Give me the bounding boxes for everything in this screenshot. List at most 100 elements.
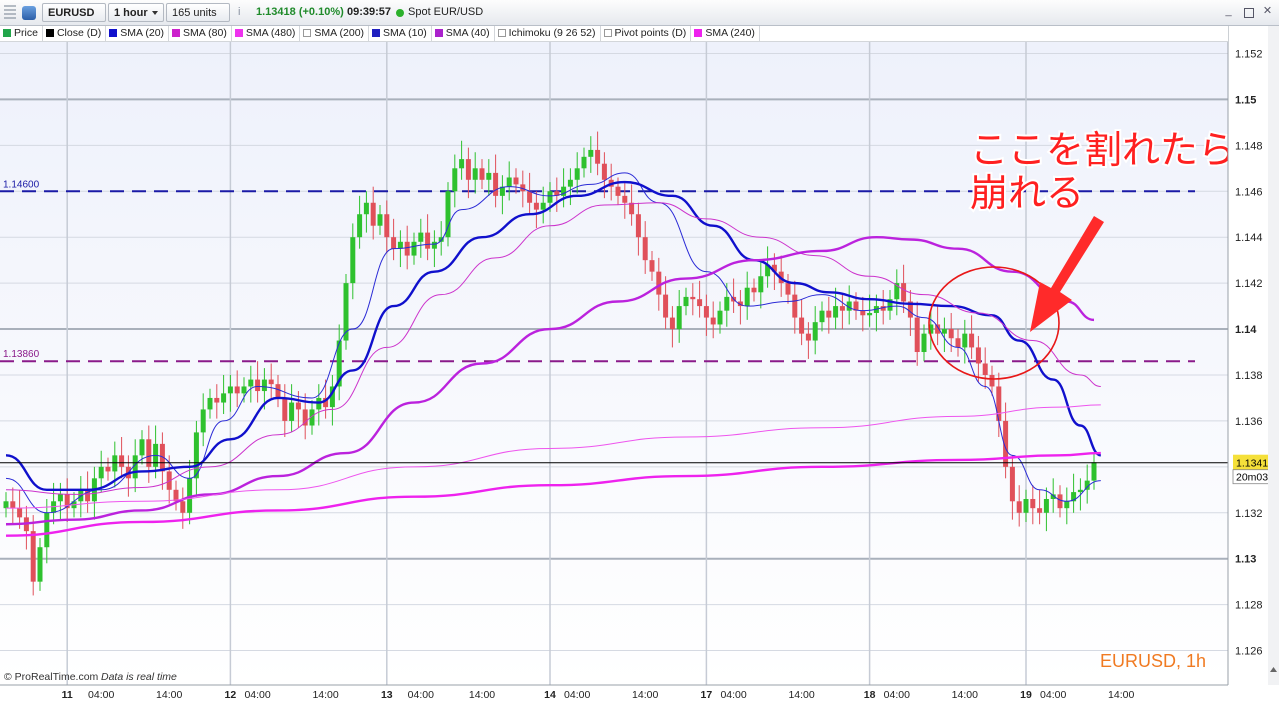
candle-body	[275, 384, 281, 398]
x-tick-label: 14:00	[788, 689, 814, 701]
y-tick-label: 1.142	[1235, 278, 1263, 290]
candle-body	[710, 317, 716, 325]
candle-body	[472, 168, 478, 180]
candle-body	[574, 168, 580, 180]
candle-body	[989, 374, 995, 387]
instrument-name: Spot EUR/USD	[408, 6, 484, 18]
close-icon[interactable]: ✕	[1262, 6, 1273, 17]
candle-body	[391, 237, 397, 249]
candle-body	[493, 172, 499, 196]
candle-body	[3, 501, 9, 509]
legend-item[interactable]: SMA (20)	[106, 26, 170, 41]
legend-label: Close (D)	[56, 27, 102, 39]
legend-label: Ichimoku (9 26 52)	[508, 27, 596, 39]
legend-label: SMA (80)	[183, 27, 227, 39]
legend-item[interactable]: SMA (240)	[691, 26, 760, 41]
y-tick-label: 1.152	[1235, 48, 1263, 60]
candle-body	[1064, 501, 1070, 509]
candle-body	[588, 149, 594, 157]
symbol-selector[interactable]: EURUSD	[42, 3, 106, 35]
candle-body	[819, 310, 825, 323]
candle-body	[57, 494, 63, 502]
legend-item[interactable]: SMA (80)	[169, 26, 232, 41]
candle-body	[295, 402, 301, 410]
legend-item[interactable]: SMA (200)	[300, 26, 370, 41]
candle-body	[982, 363, 988, 375]
candle-body	[921, 333, 927, 353]
candle-body	[901, 283, 907, 302]
candle-body	[812, 322, 818, 341]
legend-item[interactable]: Ichimoku (9 26 52)	[495, 26, 601, 41]
annotation-line2: 崩れる	[970, 171, 1084, 215]
countdown-value: 20m03s	[1236, 472, 1273, 484]
y-tick-label: 1.14	[1235, 324, 1257, 336]
x-tick-label: 04:00	[1040, 689, 1066, 701]
x-tick-label: 12	[225, 689, 237, 701]
candle-body	[384, 214, 390, 238]
annotation-line1: ここを割れたら	[970, 128, 1236, 172]
candle-body	[595, 149, 601, 164]
minimize-icon[interactable]: _	[1223, 6, 1234, 17]
candle-body	[1091, 462, 1097, 481]
candle-body	[98, 466, 104, 479]
legend-item[interactable]: SMA (40)	[432, 26, 495, 41]
candle-body	[44, 512, 50, 548]
candle-body	[180, 501, 186, 513]
candle-body	[615, 186, 621, 196]
candle-body	[255, 379, 261, 392]
candle-body	[669, 317, 675, 330]
candle-body	[1009, 466, 1015, 502]
candle-body	[724, 296, 730, 311]
candle-body	[975, 347, 981, 364]
candle-body	[207, 397, 213, 410]
candle-body	[969, 333, 975, 348]
timeframe-selector[interactable]: 1 hour	[108, 3, 164, 22]
candle-body	[703, 306, 709, 318]
units-selector[interactable]: 165 units	[166, 3, 230, 35]
legend-swatch-icon	[603, 29, 612, 37]
indicator-legend: Price Close (D) SMA (20) SMA (80) SMA (480) S…	[0, 26, 1228, 42]
candle-body	[506, 177, 512, 187]
x-tick-label: 14:00	[312, 689, 338, 701]
candle-body	[642, 237, 648, 261]
legend-item[interactable]: SMA (10)	[369, 26, 432, 41]
candle-body	[792, 294, 798, 318]
legend-item[interactable]: Price	[0, 26, 43, 41]
candle-body	[200, 409, 206, 433]
x-tick-label: 04:00	[408, 689, 434, 701]
y-tick-label: 1.144	[1235, 232, 1263, 244]
legend-item[interactable]: Pivot points (D)	[601, 26, 692, 41]
maximize-icon[interactable]	[1244, 8, 1254, 18]
legend-swatch-icon	[694, 29, 703, 37]
price-chart[interactable]: 1.14600 1.13860 ここを割れたら 崩れる 1.126 1.128 1.1…	[0, 0, 1279, 703]
candle-body	[1030, 498, 1036, 509]
legend-swatch-icon	[3, 29, 11, 37]
legend-swatch-icon	[234, 29, 243, 37]
reference-line-label: 1.13860	[3, 349, 40, 360]
candle-body	[248, 379, 254, 387]
candle-body	[717, 310, 723, 325]
legend-swatch-icon	[172, 29, 181, 37]
x-tick-label: 14	[544, 689, 556, 701]
candle-body	[221, 393, 227, 403]
candle-body	[1016, 501, 1022, 513]
candle-body	[996, 386, 1002, 421]
candle-body	[431, 241, 437, 249]
candle-body	[370, 202, 376, 226]
candle-body	[404, 241, 410, 256]
candle-body	[635, 214, 641, 238]
vertical-scrollbar[interactable]	[1268, 26, 1279, 685]
candle-body	[785, 283, 791, 295]
clock-time: 09:39:57	[347, 6, 392, 18]
legend-item[interactable]: Close (D)	[43, 26, 107, 41]
x-tick-label: 19	[1020, 689, 1032, 701]
candle-body	[656, 271, 662, 295]
candle-body	[962, 333, 968, 348]
candle-body	[30, 531, 36, 582]
legend-item[interactable]: SMA (480)	[232, 26, 301, 41]
candle-body	[214, 397, 220, 403]
candle-body	[948, 329, 954, 339]
candle-body	[289, 402, 295, 421]
candle-body	[826, 310, 832, 318]
legend-swatch-icon	[497, 29, 506, 37]
